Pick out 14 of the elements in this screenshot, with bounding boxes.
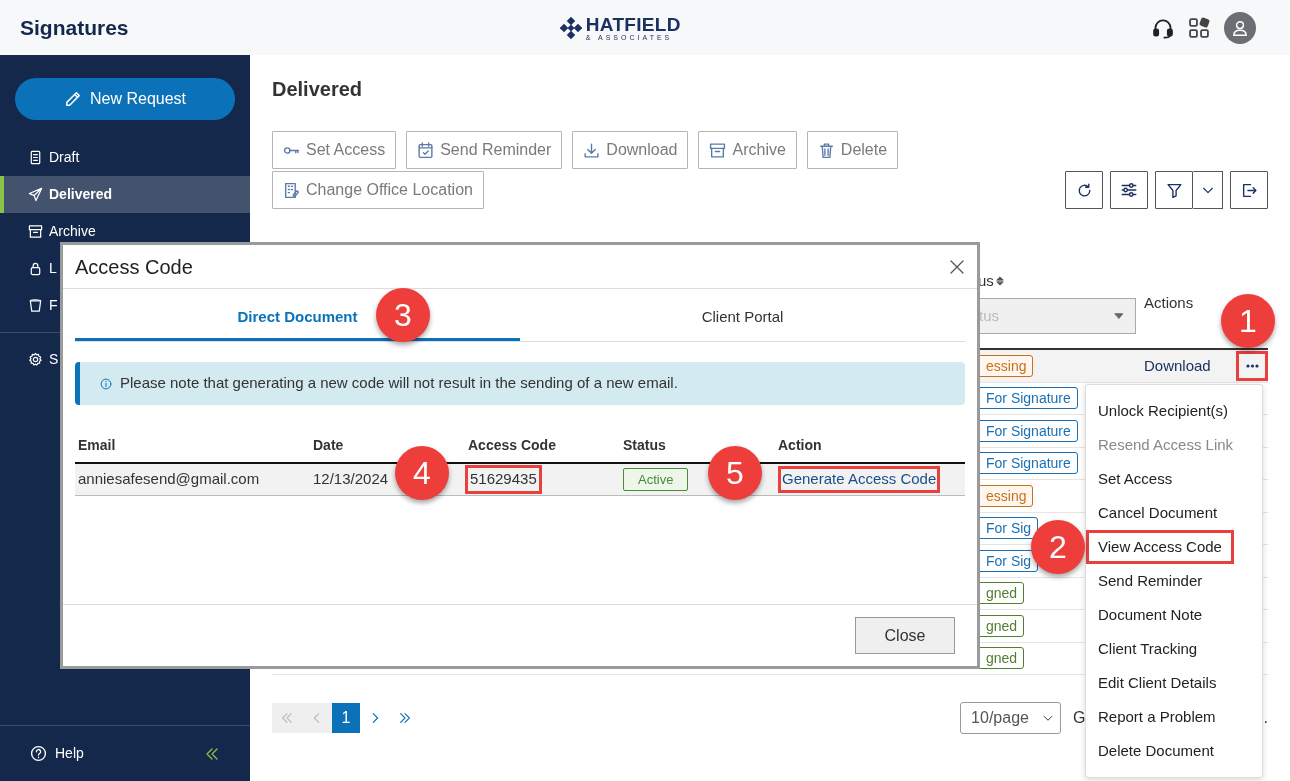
table-cell-text: 12/13/2024 — [313, 469, 389, 490]
column-header: Actions — [1144, 294, 1194, 311]
app-title: Signatures — [20, 14, 129, 41]
step-marker: 2 — [1031, 520, 1085, 574]
pagination-text: G — [1073, 708, 1086, 728]
access-code: 51629435 — [465, 465, 542, 494]
status-badge: Active — [623, 467, 689, 492]
logo-name: HATFIELD — [585, 14, 681, 34]
table-cell-text: anniesafesend@gmail.com — [78, 469, 260, 490]
pagination-text: . — [1263, 708, 1268, 728]
page-title: Delivered — [272, 77, 364, 101]
dialog-title: Access Code — [75, 254, 193, 280]
step-marker: 1 — [1221, 294, 1275, 348]
notice-text: Please note that generating a new code will not result in the sending of a new email. — [120, 373, 678, 394]
